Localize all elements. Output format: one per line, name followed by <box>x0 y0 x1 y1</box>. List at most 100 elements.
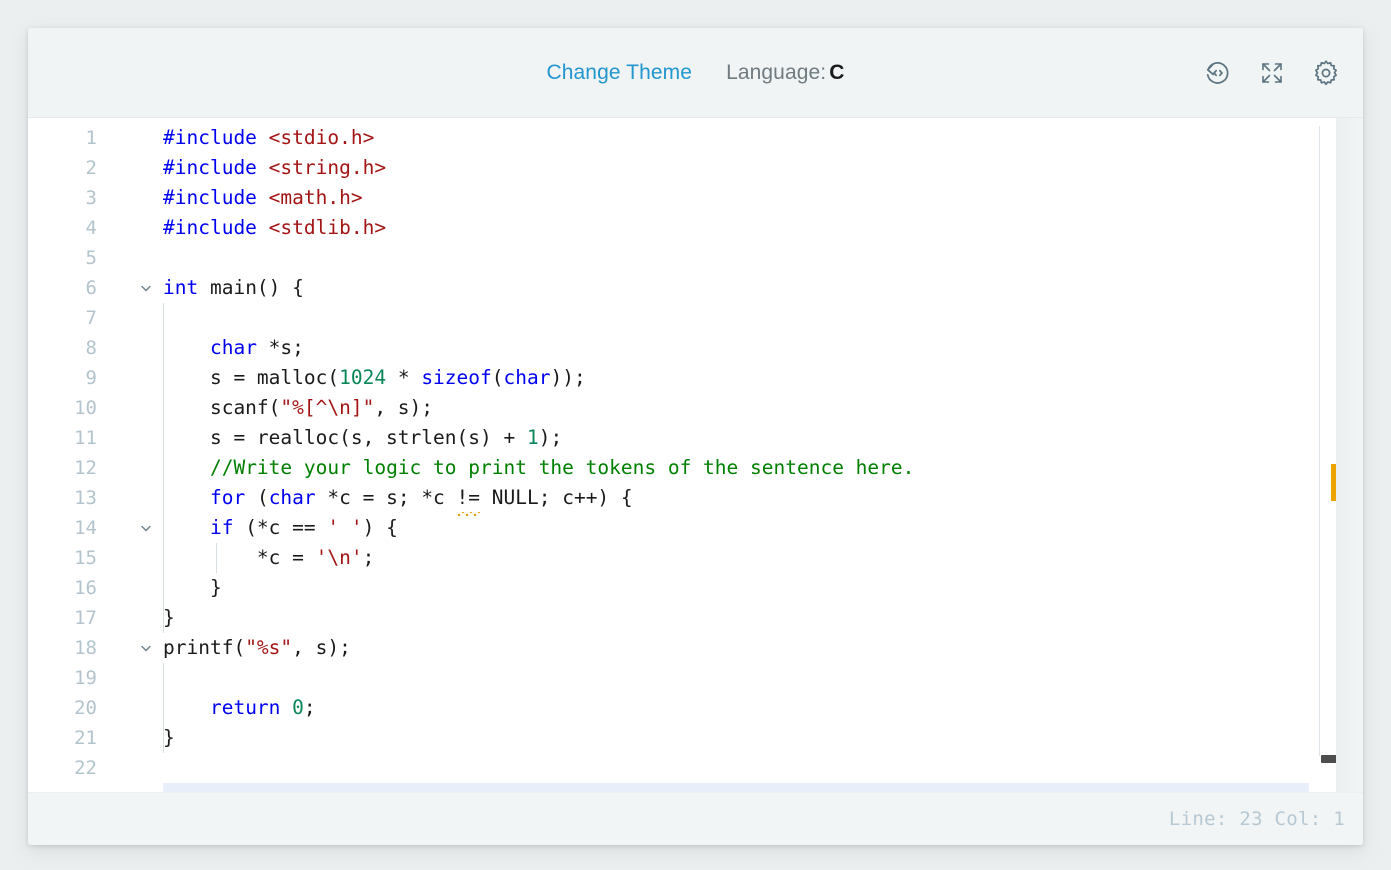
code-token: "%[^\n]" <box>280 396 375 419</box>
line-number: 7 <box>85 307 97 329</box>
line-number: 19 <box>74 667 97 689</box>
code-line-text: printf("%s", s); <box>163 633 351 663</box>
code-token: "%s" <box>245 636 293 659</box>
code-token: *s; <box>256 336 304 359</box>
code-token: main() { <box>198 276 304 299</box>
code-token: 0 <box>292 696 304 719</box>
code-line[interactable]: 8 char *s; <box>28 333 1309 363</box>
code-line[interactable]: 19 <box>28 663 1309 693</box>
change-theme-link[interactable]: Change Theme <box>546 61 692 85</box>
code-token: 1024 <box>339 366 387 389</box>
code-line[interactable]: 21} <box>28 723 1309 753</box>
code-line[interactable]: 6 int main() { <box>28 273 1309 303</box>
code-token: if <box>209 516 234 539</box>
line-number: 17 <box>74 607 97 629</box>
code-line[interactable]: 3 #include <math.h> <box>28 183 1309 213</box>
line-number: 11 <box>74 427 97 449</box>
code-line[interactable]: 2 #include <string.h> <box>28 153 1309 183</box>
code-line-text: return 0; <box>163 693 316 723</box>
code-line[interactable]: 14 if (*c == ' ') { <box>28 513 1309 543</box>
code-token: )); <box>550 366 586 389</box>
line-number: 6 <box>85 277 97 299</box>
code-line-text: //Write your logic to print the tokens o… <box>163 453 914 483</box>
gutter-divider <box>1319 126 1320 756</box>
code-token-warning: != <box>456 483 481 516</box>
code-line[interactable]: 1 #include <stdio.h> <box>28 123 1309 153</box>
code-token: //Write your logic to print the tokens o… <box>209 456 915 479</box>
code-token: #include <box>163 216 269 239</box>
code-line[interactable]: 10 scanf("%[^\n]", s); <box>28 393 1309 423</box>
code-line[interactable]: 9 s = malloc(1024 * sizeof(char)); <box>28 363 1309 393</box>
code-line[interactable]: 17} <box>28 603 1309 633</box>
line-number: 15 <box>74 547 97 569</box>
code-token: ); <box>538 426 563 449</box>
line-number: 9 <box>85 367 97 389</box>
code-token: 1 <box>526 426 539 449</box>
line-number: 22 <box>74 757 97 779</box>
code-token: #include <box>163 156 269 179</box>
fold-chevron-down-icon[interactable] <box>138 633 154 663</box>
code-scroll-area[interactable]: 1 #include <stdio.h> 2 #include <string.h> 3… <box>28 118 1309 792</box>
code-line[interactable]: 12 //Write your logic to print the token… <box>28 453 1309 483</box>
code-token: #include <box>163 126 269 149</box>
code-line[interactable]: 11 s = realloc(s, strlen(s) + 1); <box>28 423 1309 453</box>
code-token: char <box>268 486 316 509</box>
cursor-position-status: Line: 23 Col: 1 <box>1168 808 1345 830</box>
editor-header: Change Theme Language: C <box>28 28 1363 118</box>
line-number: 10 <box>74 397 97 419</box>
code-token: s = realloc(s, strlen(s) + <box>163 426 527 449</box>
editor-body: 1 #include <stdio.h> 2 #include <string.h> 3… <box>28 118 1363 792</box>
code-line-text: } <box>163 723 175 753</box>
code-line[interactable]: 22 <box>28 753 1309 783</box>
code-editor-card: Change Theme Language: C 1 #include <std… <box>28 28 1363 845</box>
code-token: ( <box>245 486 269 509</box>
code-line-text: #include <stdlib.h> <box>163 213 386 243</box>
code-line-text: int main() { <box>163 273 304 303</box>
line-number: 4 <box>85 217 97 239</box>
code-line[interactable]: 4 #include <stdlib.h> <box>28 213 1309 243</box>
code-line-text: #include <stdio.h> <box>163 123 374 153</box>
line-number: 5 <box>85 247 97 269</box>
fullscreen-button[interactable] <box>1257 58 1287 88</box>
code-lines[interactable]: 1 #include <stdio.h> 2 #include <string.h> 3… <box>28 118 1309 792</box>
code-token: <string.h> <box>268 156 387 179</box>
code-line-text: #include <math.h> <box>163 183 363 213</box>
fullscreen-icon <box>1260 61 1284 85</box>
code-line[interactable]: 20 return 0; <box>28 693 1309 723</box>
code-line-text: if (*c == ' ') { <box>163 513 398 543</box>
line-number: 12 <box>74 457 97 479</box>
restore-code-icon <box>1204 59 1232 87</box>
restore-code-button[interactable] <box>1203 58 1233 88</box>
code-token: s = malloc( <box>163 366 340 389</box>
fold-chevron-down-icon[interactable] <box>138 273 154 303</box>
fold-chevron-down-icon[interactable] <box>138 513 154 543</box>
editor-right-gutter[interactable] <box>1309 118 1363 792</box>
settings-button[interactable] <box>1311 58 1341 88</box>
code-token: } <box>163 606 175 629</box>
code-token: ; <box>362 546 375 569</box>
header-actions <box>1203 58 1341 88</box>
language-value: C <box>829 60 845 84</box>
code-line[interactable]: 13 for (char *c = s; *c != NULL; c++) { <box>28 483 1309 516</box>
code-token: } <box>163 726 175 749</box>
code-line-text: scanf("%[^\n]", s); <box>163 393 433 423</box>
code-line[interactable]: 18 printf("%s", s); <box>28 633 1309 663</box>
language-indicator: Language: C <box>726 61 844 85</box>
code-line[interactable]: 16 } <box>28 573 1309 603</box>
code-token: *c = <box>163 546 316 569</box>
line-number: 20 <box>74 697 97 719</box>
vertical-scrollbar-track[interactable] <box>1336 118 1363 792</box>
code-line[interactable]: 5 <box>28 243 1309 273</box>
code-line[interactable]: 7 <box>28 303 1309 333</box>
code-token: printf( <box>163 636 246 659</box>
code-line-text: s = realloc(s, strlen(s) + 1); <box>163 423 562 453</box>
code-line[interactable]: 15 *c = '\n'; <box>28 543 1309 573</box>
code-line-text: for (char *c = s; *c != NULL; c++) { <box>163 483 633 516</box>
app-root: Change Theme Language: C 1 #include <std… <box>0 0 1391 870</box>
code-token: , s); <box>292 636 351 659</box>
